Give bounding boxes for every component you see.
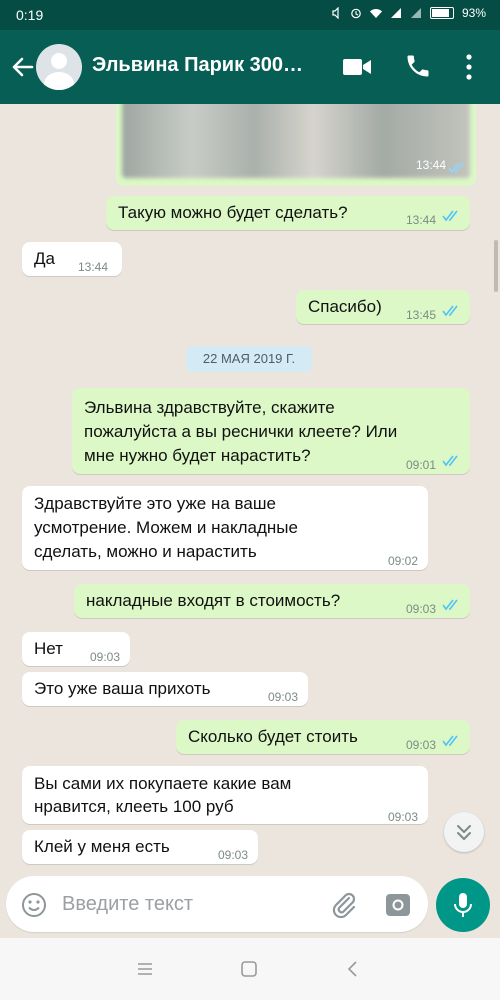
message-time: 09:03 [387,810,418,824]
message-text: Спасибо) [308,297,382,316]
status-time: 0:19 [16,7,44,23]
scrollbar[interactable] [494,240,498,292]
signal-icon-2 [410,8,421,18]
status-icons: 93% [330,6,486,20]
message-text: Вы сами их покупаете какие вам нравится,… [34,774,292,816]
mic-icon [454,893,472,917]
message-time: 09:03 [89,650,120,664]
double-check-icon [442,735,458,747]
double-check-icon [442,599,458,611]
attach-icon[interactable] [330,890,358,920]
message-text: Сколько будет стоить [188,727,358,746]
message-text: накладные входят в стоимость? [86,591,341,610]
message-bubble-incoming[interactable]: Вы сами их покупаете какие вам нравится,… [22,766,428,824]
double-check-icon [442,210,458,222]
message-text: Клей у меня есть [34,837,170,856]
message-bubble-incoming[interactable]: Нет 09:03 [22,632,130,666]
voice-call-icon[interactable] [404,52,432,80]
camera-icon[interactable] [384,891,412,919]
double-chevron-down-icon [457,825,471,840]
message-bubble-incoming[interactable]: Да 13:44 [22,242,122,276]
image-message[interactable]: 13:44 [116,104,476,186]
double-check-icon [448,162,464,174]
avatar-head-shape [51,53,67,69]
message-time: 09:03 [217,848,248,862]
date-separator: 22 МАЯ 2019 Г. [186,346,312,372]
back-arrow-icon[interactable] [6,48,40,86]
message-bubble-incoming[interactable]: Клей у меня есть 09:03 [22,830,258,864]
mic-button[interactable] [436,878,490,932]
more-options-icon[interactable] [462,52,476,82]
message-bubble-incoming[interactable]: Здравствуйте это уже на ваше усмотрение.… [22,486,428,570]
message-time: 09:03 [267,690,298,704]
mute-icon [332,7,339,19]
message-bubble-outgoing[interactable]: Сколько будет стоить 09:03 [176,720,470,754]
message-text: Эльвина здравствуйте, скажите пожалуйста… [84,398,398,465]
message-bubble-outgoing[interactable]: Спасибо) 13:45 [296,290,470,324]
contact-avatar[interactable] [36,44,82,90]
battery-percent: 93% [461,6,486,20]
message-bubble-outgoing[interactable]: Эльвина здравствуйте, скажите пожалуйста… [72,388,470,474]
avatar-shoulders-shape [44,72,74,90]
message-time: 09:02 [387,554,418,568]
message-bubble-outgoing[interactable]: накладные входят в стоимость? 09:03 [74,584,470,618]
back-nav-icon[interactable] [346,960,360,978]
chat-area[interactable]: 13:44 Такую можно будет сделать? 13:44 Д… [0,104,500,876]
message-text: Такую можно будет сделать? [118,203,348,222]
home-icon[interactable] [240,960,258,978]
video-call-icon[interactable] [342,56,372,78]
message-time: 13:45 [405,308,436,322]
message-input-bar: Введите текст [0,876,500,938]
message-text: Да [34,249,55,268]
double-check-icon [442,305,458,317]
message-time: 13:44 [405,213,436,227]
contact-name[interactable]: Эльвина Парик 300… [92,54,303,77]
message-bubble-incoming[interactable]: Это уже ваша прихоть 09:03 [22,672,308,706]
message-time: 09:03 [405,602,436,616]
double-check-icon [442,455,458,467]
message-time: 09:01 [405,458,436,472]
chat-header: Эльвина Парик 300… [0,30,500,104]
emoji-icon[interactable] [20,891,48,919]
alarm-icon [351,8,361,19]
message-text: Нет [34,639,63,658]
message-time: 09:03 [405,738,436,752]
system-nav-bar [0,938,500,1000]
message-bubble-outgoing[interactable]: Такую можно будет сделать? 13:44 [106,196,470,230]
message-time: 13:44 [415,158,446,172]
scroll-to-bottom-button[interactable] [444,812,484,852]
signal-icon [390,8,401,18]
message-time: 13:44 [77,260,108,274]
recent-apps-icon[interactable] [136,962,154,976]
message-text: Здравствуйте это уже на ваше усмотрение.… [34,494,298,561]
message-input[interactable]: Введите текст [6,876,428,932]
wifi-icon [369,9,382,18]
status-bar: 0:19 93% [0,0,500,30]
input-placeholder: Введите текст [62,893,194,915]
battery-icon [429,7,454,19]
message-text: Это уже ваша прихоть [34,679,211,698]
